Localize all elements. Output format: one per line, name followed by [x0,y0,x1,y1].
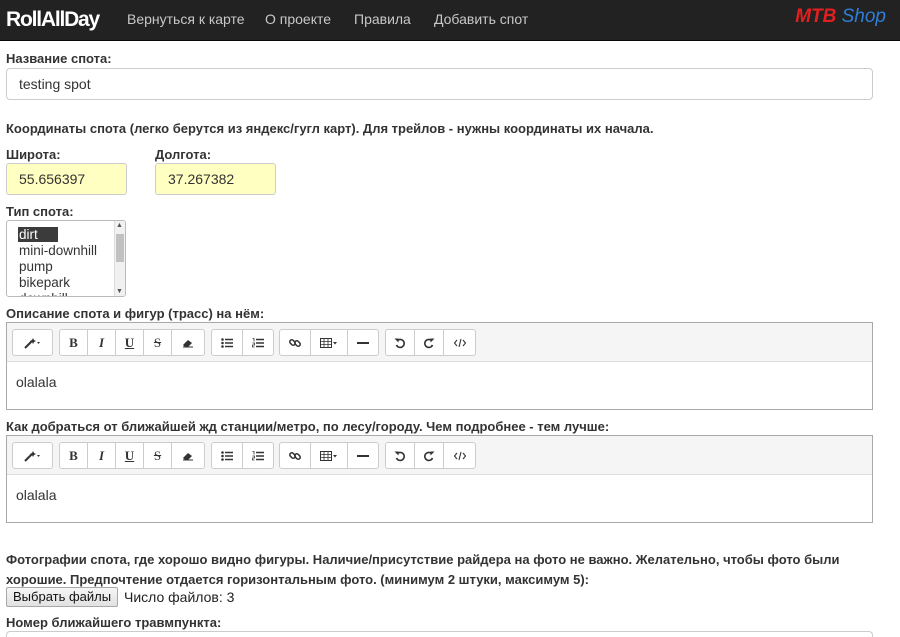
listbox-scrollbar[interactable]: ▲ ▼ [114,221,125,296]
undo-icon[interactable] [385,442,415,469]
unordered-list-icon[interactable] [211,329,243,356]
scroll-down-icon[interactable]: ▼ [115,288,124,295]
horizontal-rule-icon[interactable] [347,442,379,469]
file-count-text: Число файлов: 3 [124,589,235,605]
strikethrough-icon[interactable]: S [143,329,172,356]
brand-logo[interactable]: RollAllDay [6,8,116,32]
longitude-label: Долгота: [155,147,212,162]
undo-icon[interactable] [385,329,415,356]
nav-link-rules[interactable]: Правила [354,11,411,27]
route-toolbar: B I U S [7,436,872,475]
spot-type-option-pump[interactable]: pump [7,259,125,275]
unordered-list-icon[interactable] [211,442,243,469]
redo-icon[interactable] [414,442,444,469]
bold-icon[interactable]: B [59,442,88,469]
table-icon[interactable] [310,442,348,469]
eraser-icon[interactable] [171,329,205,356]
code-view-icon[interactable] [443,442,476,469]
description-toolbar: B I U S [7,323,872,362]
link-icon[interactable] [279,329,311,356]
mtb-shop-logo[interactable]: MTB Shop [795,6,886,28]
navbar: RollAllDay Вернуться к карте О проекте П… [0,0,900,41]
horizontal-rule-icon[interactable] [347,329,379,356]
nav-link-back-to-map[interactable]: Вернуться к карте [127,11,245,27]
underline-icon[interactable]: U [115,442,144,469]
choose-files-button[interactable]: Выбрать файлы [6,587,119,607]
redo-icon[interactable] [414,329,444,356]
route-content[interactable]: olalala [7,475,872,522]
magic-icon[interactable] [12,442,53,469]
spot-type-label: Тип спота: [6,204,74,219]
mtb-shop-logo-part1: MTB [795,6,837,27]
trauma-center-label: Номер ближайшего травмпункта: [6,615,222,630]
description-label: Описание спота и фигур (трасс) на нём: [6,306,265,321]
spot-type-option-bikepark[interactable]: bikepark [7,275,125,291]
photos-label: Фотографии спота, где хорошо видно фигур… [6,552,840,587]
latitude-input[interactable]: 55.656397 [6,163,127,195]
italic-icon[interactable]: I [87,442,116,469]
bold-icon[interactable]: B [59,329,88,356]
link-icon[interactable] [279,442,311,469]
route-label: Как добраться от ближайшей жд станции/ме… [6,419,610,434]
route-editor: B I U S olalala [6,435,873,523]
scroll-thumb[interactable] [116,234,124,262]
code-view-icon[interactable] [443,329,476,356]
nav-link-about[interactable]: О проекте [265,11,331,27]
spot-type-option-dirt[interactable]: dirt [7,227,125,243]
coords-hint: Координаты спота (легко берутся из яндек… [6,121,654,136]
latitude-label: Широта: [6,147,61,162]
description-content[interactable]: olalala [7,362,872,409]
strikethrough-icon[interactable]: S [143,442,172,469]
underline-icon[interactable]: U [115,329,144,356]
nav-link-add-spot[interactable]: Добавить спот [434,11,528,27]
spot-name-label: Название спота: [6,51,112,66]
ordered-list-icon[interactable] [242,329,274,356]
spot-type-option-mini-downhill[interactable]: mini-downhill [7,243,125,259]
mtb-shop-logo-part2: Shop [841,6,886,27]
eraser-icon[interactable] [171,442,205,469]
scroll-up-icon[interactable]: ▲ [115,222,124,229]
italic-icon[interactable]: I [87,329,116,356]
table-icon[interactable] [310,329,348,356]
spot-name-input[interactable]: testing spot [6,68,873,100]
spot-type-listbox[interactable]: dirt mini-downhill pump bikepark downhil… [6,220,126,297]
description-editor: B I U S olalala [6,322,873,410]
ordered-list-icon[interactable] [242,442,274,469]
longitude-input[interactable]: 37.267382 [155,163,276,195]
spot-type-option-downhill[interactable]: downhill [7,291,125,296]
trauma-center-input[interactable] [6,631,873,637]
magic-icon[interactable] [12,329,53,356]
